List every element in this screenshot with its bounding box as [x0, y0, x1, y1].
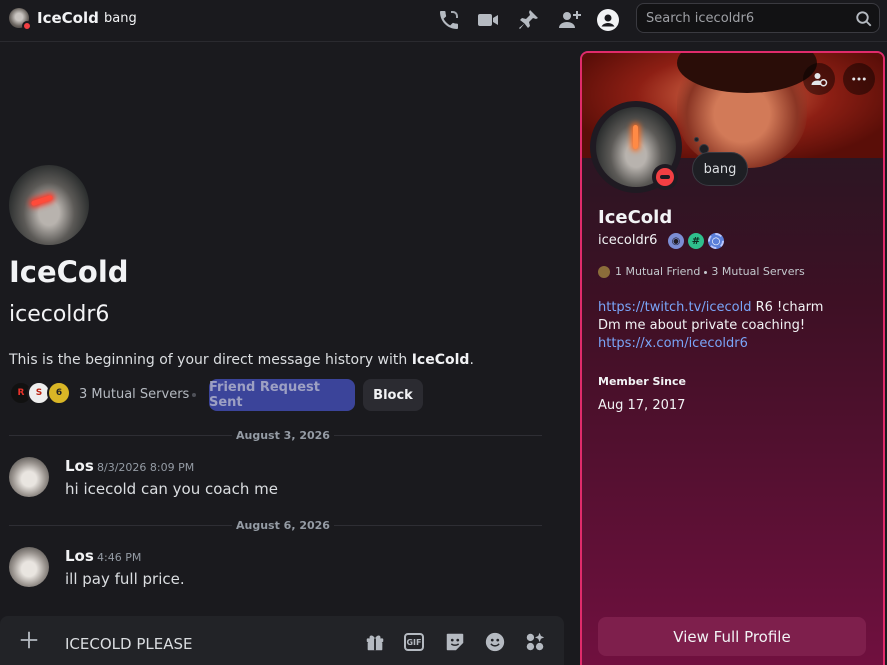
lightsaber-glyph	[30, 194, 54, 207]
user-profile-panel: bang IceCold icecoldr6 ◉ # ○ 1 Mutual Fr…	[580, 51, 885, 665]
header-name[interactable]: IceCold	[37, 9, 99, 27]
mutual-servers-link[interactable]: 3 Mutual Servers	[79, 387, 189, 402]
sticker-icon[interactable]	[444, 631, 466, 653]
dm-beginning-text: This is the beginning of your direct mes…	[9, 352, 474, 368]
dnd-status-icon	[22, 21, 32, 31]
server-icon-6: 6	[47, 381, 71, 405]
search-icon	[855, 10, 873, 28]
message-author[interactable]: Los	[65, 457, 94, 475]
block-button[interactable]: Block	[363, 379, 423, 411]
bio-line1-suffix: R6 !charm	[751, 300, 824, 315]
date-divider-label: August 3, 2026	[232, 429, 334, 442]
friend-request-sent-button[interactable]: Friend Request Sent	[209, 379, 355, 411]
apps-icon[interactable]	[524, 631, 546, 653]
profile-mutuals[interactable]: 1 Mutual Friend 3 Mutual Servers	[598, 265, 805, 278]
message-avatar[interactable]	[9, 547, 49, 587]
bio-line2: Dm me about private coaching!	[598, 318, 806, 333]
separator-dot	[192, 393, 196, 397]
gif-icon[interactable]: GIF	[404, 631, 426, 653]
voice-call-icon[interactable]	[437, 8, 461, 32]
add-friend-icon[interactable]	[557, 8, 581, 32]
bubble-tail-small	[694, 137, 699, 142]
mutual-friend-avatar-icon	[598, 266, 610, 278]
nitro-badge[interactable]: ○	[708, 233, 724, 249]
profile-bio: https://twitch.tv/icecold R6 !charm Dm m…	[598, 299, 823, 353]
profile-add-friend-icon[interactable]	[803, 63, 835, 95]
message-text: hi icecold can you coach me	[65, 480, 278, 498]
emoji-icon[interactable]	[484, 631, 506, 653]
more-options-icon[interactable]	[843, 63, 875, 95]
hashtag-badge[interactable]: #	[688, 233, 704, 249]
profile-display-name: IceCold	[598, 207, 673, 228]
message-timestamp: 4:46 PM	[97, 551, 142, 564]
dnd-status-icon	[652, 164, 678, 190]
date-divider-label: August 6, 2026	[232, 519, 334, 532]
view-full-profile-button[interactable]: View Full Profile	[598, 617, 866, 656]
profile-username[interactable]: icecoldr6	[598, 233, 657, 248]
mutual-servers-link[interactable]: 3 Mutual Servers	[711, 265, 804, 278]
header-avatar[interactable]	[9, 8, 32, 31]
member-since-date: Aug 17, 2017	[598, 398, 686, 413]
message-input[interactable]: ICECOLD PLEASE	[65, 635, 192, 653]
search-input[interactable]: Search icecoldr6	[636, 3, 880, 33]
mutual-server-icons[interactable]: R S 6	[9, 381, 73, 407]
hypesquad-badge[interactable]: ◉	[668, 233, 684, 249]
dm-header: IceCold bang Search icecoldr6	[0, 0, 887, 42]
pin-icon[interactable]	[516, 8, 540, 32]
gift-icon[interactable]	[364, 631, 386, 653]
mutual-friends-link[interactable]: 1 Mutual Friend	[615, 265, 700, 278]
twitch-link[interactable]: https://twitch.tv/icecold	[598, 300, 751, 315]
video-call-icon[interactable]	[476, 8, 500, 32]
x-link[interactable]: https://x.com/icecoldr6	[598, 335, 823, 353]
separator-dot	[704, 270, 708, 274]
beginning-prefix: This is the beginning of your direct mes…	[9, 352, 412, 368]
beginning-name: IceCold	[411, 352, 470, 368]
lightsaber-glyph	[633, 125, 638, 149]
message-composer[interactable]: ICECOLD PLEASE GIF	[0, 616, 564, 665]
intro-username: icecoldr6	[9, 302, 110, 327]
member-since-label: Member Since	[598, 375, 686, 388]
message-text: ill pay full price.	[65, 570, 185, 588]
custom-status-bubble[interactable]: bang	[692, 152, 748, 186]
header-tag: bang	[104, 11, 137, 26]
message-timestamp: 8/3/2026 8:09 PM	[97, 461, 195, 474]
user-profile-icon[interactable]	[596, 8, 620, 32]
intro-display-name: IceCold	[9, 255, 129, 289]
attach-plus-icon[interactable]	[18, 629, 40, 651]
message-author[interactable]: Los	[65, 547, 94, 565]
profile-avatar[interactable]	[9, 165, 89, 245]
search-placeholder: Search icecoldr6	[646, 11, 755, 26]
gif-label: GIF	[404, 633, 424, 651]
message-avatar[interactable]	[9, 457, 49, 497]
beginning-suffix: .	[469, 352, 474, 368]
